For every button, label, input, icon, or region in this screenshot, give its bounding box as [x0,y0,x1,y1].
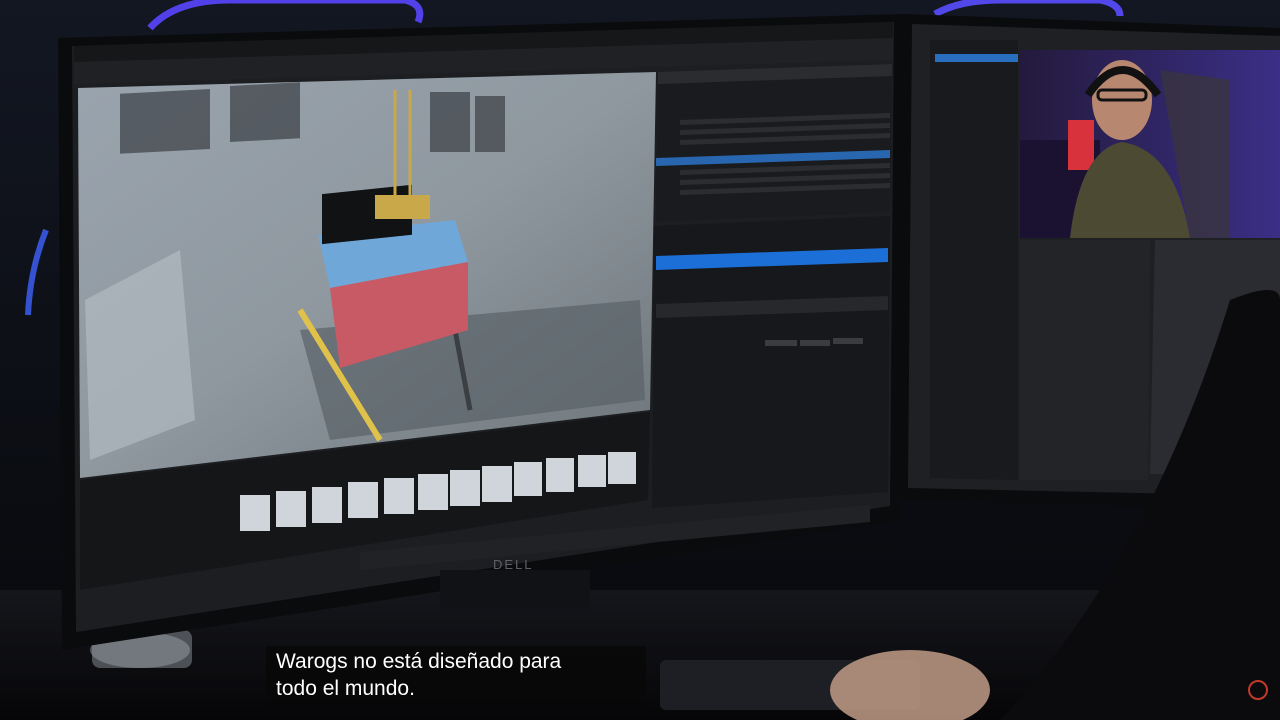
webcam-light [1068,120,1094,170]
asset-thumb [384,478,414,514]
message-log-body [1020,240,1150,480]
asset-thumb [578,455,606,487]
viewport-window [230,82,300,142]
details-field [800,340,830,346]
monitor-brand-logo: DELL [493,557,534,572]
crane-hook [375,195,430,219]
photo-scene [0,0,1280,720]
asset-thumb [276,491,306,527]
asset-thumb [312,487,342,523]
asset-thumb [240,495,270,531]
video-subtitle: Warogs no está diseñado para todo el mun… [266,646,646,706]
subtitle-line: Warogs no está diseñado para [276,650,562,673]
asset-thumb [348,482,378,518]
asset-thumb [418,474,448,510]
viewport-window [120,88,210,154]
details-field [833,338,863,344]
viewport-window [430,92,470,152]
message-log-list [930,40,1018,480]
details-field [765,340,797,346]
asset-thumb [546,458,574,492]
monitor-stand [440,570,590,610]
asset-thumb [608,452,636,484]
asset-thumb [514,462,542,496]
asset-thumb [450,470,480,506]
viewport-window [475,96,505,152]
asset-thumb [482,466,512,502]
message-log-selected [935,54,1018,62]
subtitle-line: todo el mundo. [276,677,415,700]
